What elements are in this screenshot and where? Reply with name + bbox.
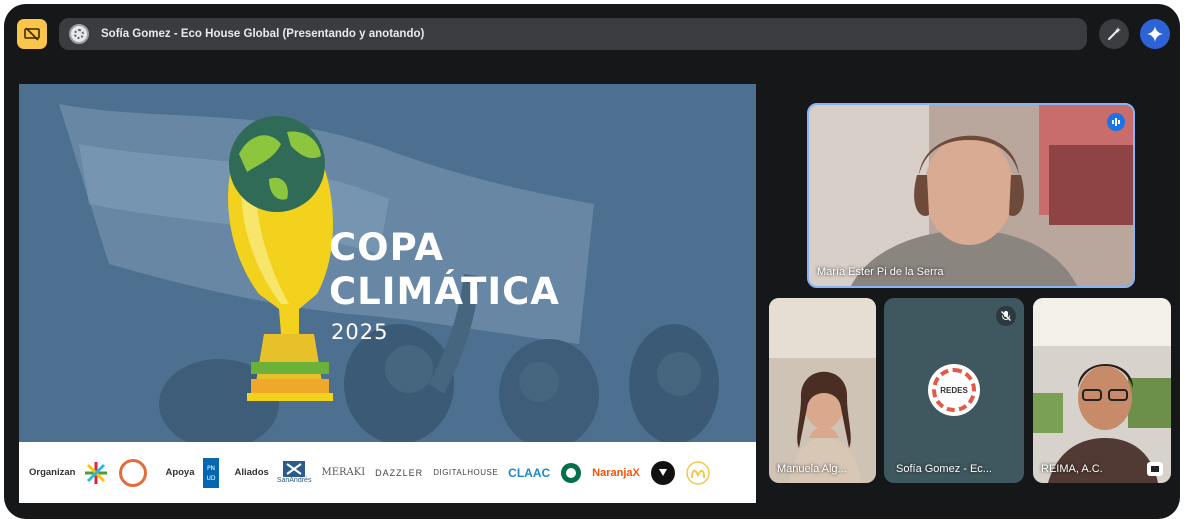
participant-video: [1033, 298, 1171, 483]
sanandres-logo: SanAndrés: [277, 461, 311, 484]
participant-name: Sofía Gomez - Ec...: [896, 463, 992, 475]
undp-logo-icon: PN UD: [202, 457, 219, 488]
presenter-avatar-icon: [69, 24, 89, 44]
redes-avatar: REDES: [928, 364, 980, 416]
apoya-label: Apoya: [165, 467, 195, 478]
pen-sparkle-icon[interactable]: [1099, 19, 1129, 49]
meet-window: Sofía Gomez - Eco House Global (Presenta…: [4, 4, 1180, 519]
svg-text:UD: UD: [206, 475, 215, 482]
gemini-sparkle-icon[interactable]: [1140, 19, 1170, 49]
audio-level-icon: [1107, 113, 1125, 131]
mcdonalds-logo-icon: [686, 460, 710, 485]
presenter-title: Sofía Gomez - Eco House Global (Presenta…: [101, 28, 425, 40]
claac-logo: CLAAC: [508, 465, 551, 480]
eco-house-logo-icon: [83, 460, 109, 486]
dazzler-logo: DAZZLER: [375, 467, 424, 478]
presentation-title-bar[interactable]: Sofía Gomez - Eco House Global (Presenta…: [59, 18, 1087, 50]
shared-slide: COPA CLIMÁTICA 2025 Organizan Apoya PN UD…: [19, 84, 756, 503]
organizan-label: Organizan: [29, 467, 76, 478]
starbucks-logo-icon: [560, 462, 582, 484]
svg-text:PN: PN: [206, 465, 214, 472]
participant-tile-reima[interactable]: REIMA, A.C.: [1033, 298, 1171, 483]
participant-tile-main[interactable]: María Ester Pi de la Serra: [807, 103, 1135, 288]
slide-year: 2025: [331, 320, 389, 344]
slide-title-block: COPA CLIMÁTICA 2025: [329, 226, 560, 344]
aliados-label: Aliados: [234, 467, 269, 478]
participant-name: María Ester Pi de la Serra: [817, 266, 944, 278]
participant-video: [809, 105, 1133, 286]
slide-title-line2: CLIMÁTICA: [329, 270, 560, 313]
sponsor-strip: Organizan Apoya PN UD Aliados SanAndrés M…: [19, 442, 756, 503]
meraki-logo: MERAKI: [321, 467, 366, 478]
participant-name: Manuela Alg...: [777, 463, 847, 475]
redes-logo-icon: [119, 458, 148, 487]
circle-brand-logo-icon: [650, 460, 676, 486]
camera-frame-icon: [1147, 462, 1163, 476]
redes-avatar-text: REDES: [940, 385, 968, 395]
digitalhouse-logo: DIGITALHOUSE: [433, 468, 499, 477]
participant-tile-manuela[interactable]: Manuela Alg...: [769, 298, 876, 483]
participant-name: REIMA, A.C.: [1041, 463, 1103, 475]
naranjax-logo: NaranjaX: [592, 466, 640, 479]
participant-video: [769, 298, 876, 483]
present-icon[interactable]: [17, 19, 47, 49]
slide-title-line1: COPA: [329, 226, 444, 269]
mic-off-icon: [996, 306, 1016, 326]
participant-tile-sofia[interactable]: REDES Sofía Gomez - Ec...: [884, 298, 1024, 483]
